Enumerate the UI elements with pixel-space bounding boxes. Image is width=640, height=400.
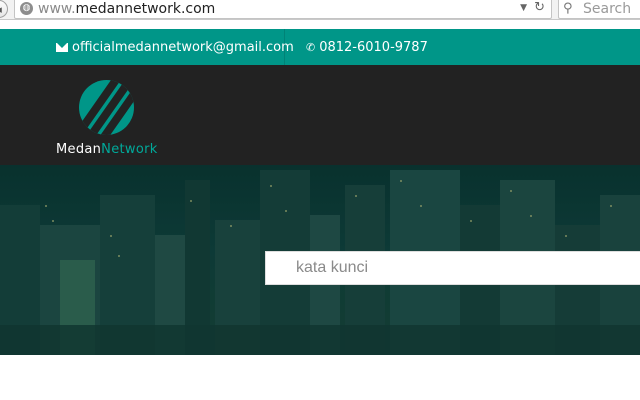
contact-email[interactable]: officialmedannetwork@gmail.com bbox=[56, 40, 294, 55]
contact-phone[interactable]: ✆ 0812-6010-9787 bbox=[306, 40, 428, 55]
browser-search-box[interactable]: ⚲ Search bbox=[558, 0, 640, 19]
url-domain: medannetwork.com bbox=[75, 1, 216, 17]
phone-icon: ✆ bbox=[306, 41, 316, 54]
dropdown-icon[interactable]: ▼ bbox=[520, 3, 527, 13]
hero-banner bbox=[0, 165, 640, 355]
keyword-search-input[interactable] bbox=[266, 252, 640, 284]
logo-icon[interactable] bbox=[79, 80, 134, 135]
url-text[interactable]: www.medannetwork.com bbox=[38, 1, 215, 17]
logo-text-part1: Medan bbox=[56, 142, 102, 157]
address-bar[interactable]: ◍ www.medannetwork.com ▼ ↻ bbox=[14, 0, 552, 19]
browser-toolbar: ◂ ◍ www.medannetwork.com ▼ ↻ ⚲ Search bbox=[0, 0, 640, 20]
contact-bar: officialmedannetwork@gmail.com ✆ 0812-60… bbox=[0, 29, 640, 65]
contact-email-text: officialmedannetwork@gmail.com bbox=[72, 40, 294, 55]
back-icon[interactable]: ◂ bbox=[0, 0, 8, 18]
reload-icon[interactable]: ↻ bbox=[534, 0, 545, 15]
logo-text[interactable]: MedanNetwork bbox=[56, 142, 158, 157]
url-prefix: www. bbox=[38, 1, 76, 17]
site-header: MedanNetwork bbox=[0, 65, 640, 165]
globe-icon: ◍ bbox=[20, 2, 33, 15]
logo-text-part2: Network bbox=[101, 142, 158, 157]
envelope-icon bbox=[56, 43, 68, 52]
contact-phone-text: 0812-6010-9787 bbox=[319, 40, 428, 55]
magnifier-icon: ⚲ bbox=[563, 1, 573, 16]
keyword-search-box[interactable] bbox=[265, 251, 640, 285]
contact-divider bbox=[284, 29, 285, 65]
browser-search-placeholder: Search bbox=[583, 1, 632, 17]
